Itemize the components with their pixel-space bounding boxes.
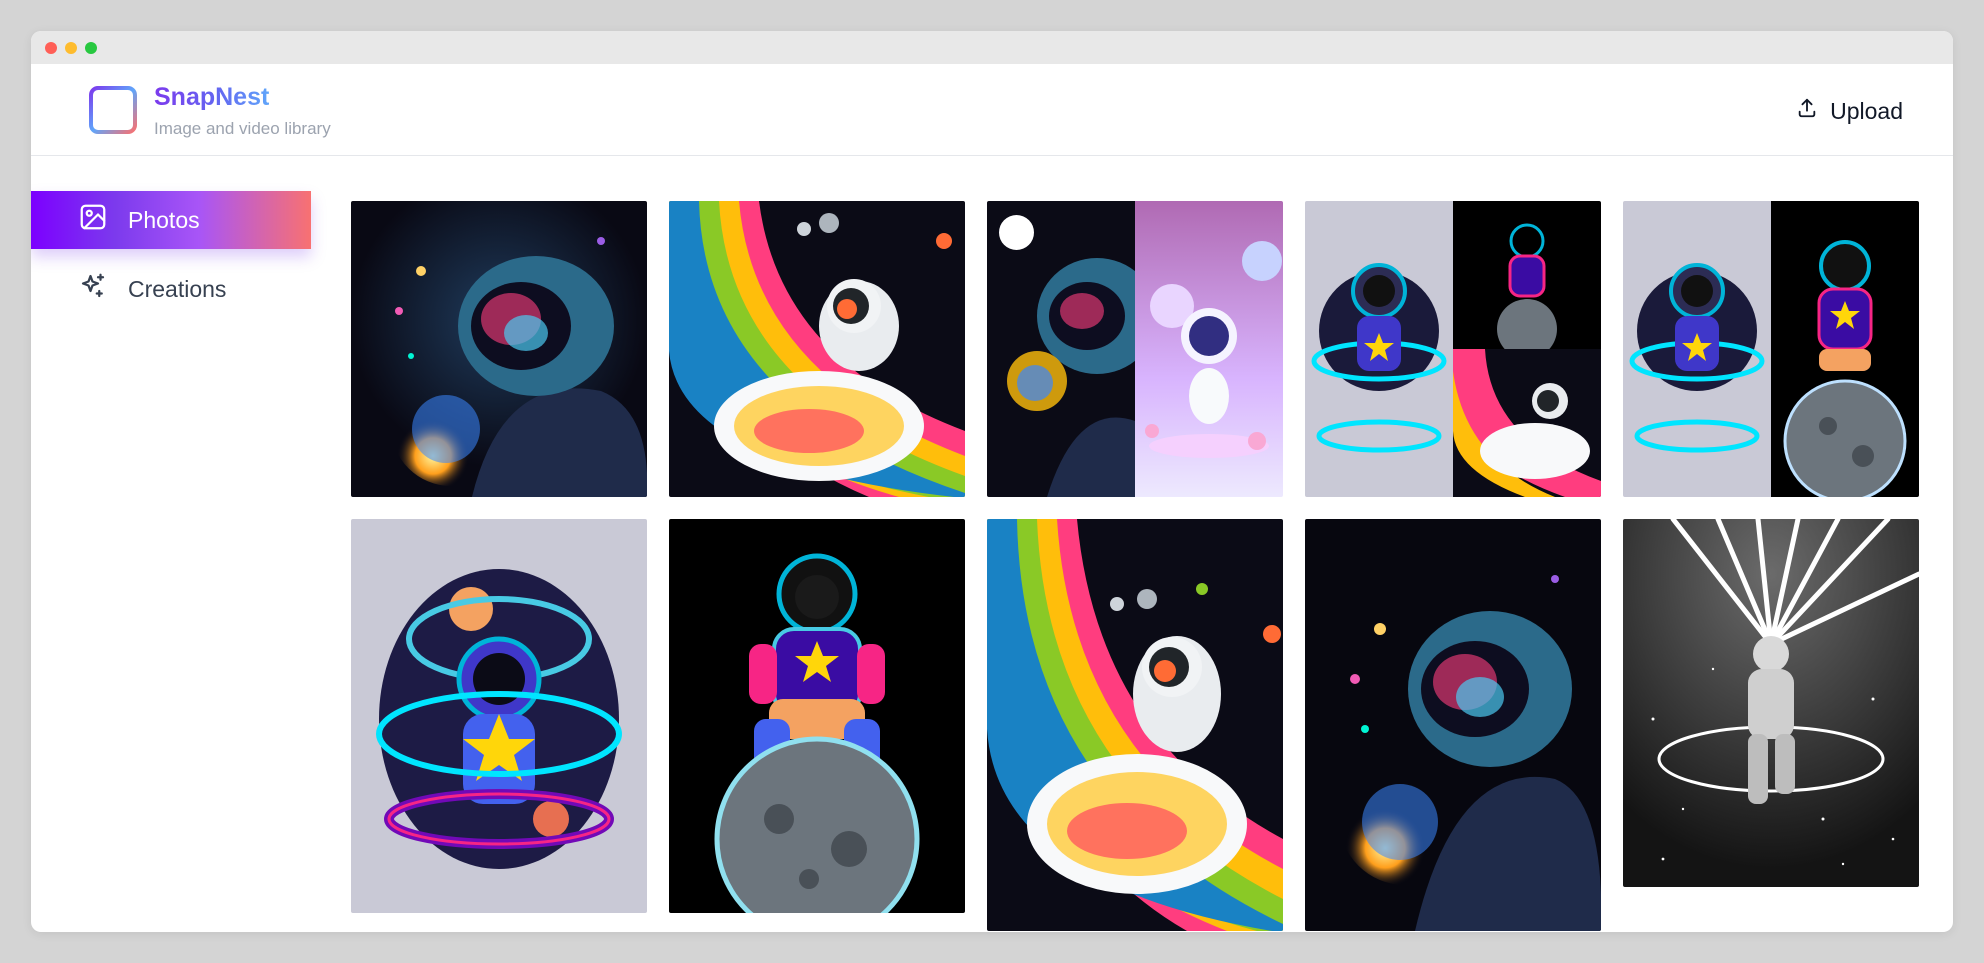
app-header: SnapNest Image and video library Upload bbox=[31, 64, 1953, 156]
select-checkbox[interactable] bbox=[999, 215, 1034, 250]
sidebar-item-creations[interactable]: Creations bbox=[31, 260, 311, 318]
image-icon bbox=[78, 202, 108, 238]
neon-astronaut-collage-image bbox=[1305, 201, 1601, 497]
upload-icon bbox=[1796, 97, 1818, 125]
photo-tile[interactable] bbox=[1305, 201, 1601, 497]
maximize-window-button[interactable] bbox=[85, 42, 97, 54]
photo-tile[interactable] bbox=[987, 519, 1283, 931]
minimize-window-button[interactable] bbox=[65, 42, 77, 54]
monochrome-astronaut-beams-image bbox=[1623, 519, 1919, 887]
photo-tile[interactable] bbox=[1623, 201, 1919, 497]
neon-astronaut-moon-collage-image bbox=[1623, 201, 1919, 497]
neon-astronaut-star-image bbox=[351, 519, 647, 913]
sidebar-item-label: Creations bbox=[128, 275, 227, 302]
photo-gallery bbox=[351, 201, 1919, 932]
photo-tile[interactable] bbox=[669, 519, 965, 913]
photo-tile[interactable] bbox=[1305, 519, 1601, 931]
photo-tile[interactable] bbox=[351, 201, 647, 497]
astronaut-rainbow-large-image bbox=[987, 519, 1283, 931]
neon-astronaut-on-moon-image bbox=[669, 519, 965, 913]
astronaut-planet-image bbox=[351, 201, 647, 497]
snapnest-logo-icon bbox=[88, 85, 138, 135]
photo-tile[interactable] bbox=[987, 201, 1283, 497]
astronaut-planet-large-image bbox=[1305, 519, 1601, 931]
sidebar-item-label: Photos bbox=[128, 206, 200, 233]
close-window-button[interactable] bbox=[45, 42, 57, 54]
app-tagline: Image and video library bbox=[154, 119, 331, 138]
app-name: SnapNest bbox=[154, 83, 270, 111]
sparkles-icon bbox=[78, 271, 108, 307]
window-titlebar bbox=[31, 31, 1953, 64]
astronaut-rainbow-image bbox=[669, 201, 965, 497]
app-window: SnapNest Image and video library Upload bbox=[31, 31, 1953, 932]
photo-tile[interactable] bbox=[351, 519, 647, 913]
sidebar: Photos Creations bbox=[31, 156, 311, 932]
photo-tile[interactable] bbox=[669, 201, 965, 497]
split-astronaut-image bbox=[987, 201, 1283, 497]
photo-tile[interactable] bbox=[1623, 519, 1919, 887]
upload-button[interactable]: Upload bbox=[1796, 93, 1903, 129]
upload-label: Upload bbox=[1830, 97, 1903, 124]
sidebar-item-photos[interactable]: Photos bbox=[31, 191, 311, 249]
